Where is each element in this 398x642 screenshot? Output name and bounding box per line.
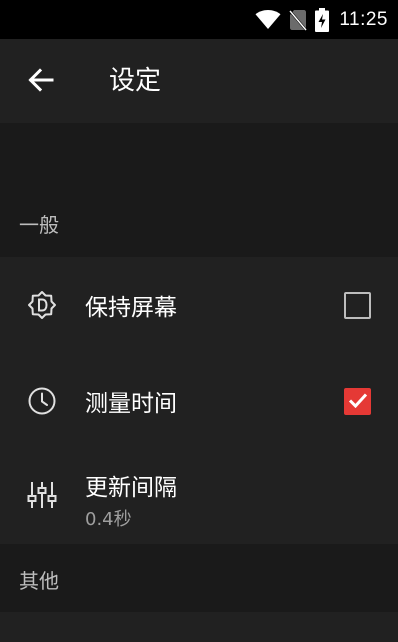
keep-screen-checkbox[interactable] <box>344 292 371 319</box>
checkmark-icon <box>348 392 368 412</box>
section-header-label: 一般 <box>19 213 59 237</box>
arrow-back-icon <box>28 68 54 96</box>
sliders-icon <box>24 477 60 513</box>
wifi-icon <box>255 9 281 30</box>
setting-title: 更新间隔 <box>85 475 177 501</box>
list-item[interactable] <box>0 612 398 642</box>
status-icons: 11:25 <box>255 0 388 39</box>
battery-charging-icon <box>315 7 330 32</box>
app-bar: 设定 <box>0 39 398 123</box>
measure-time-checkbox[interactable] <box>344 388 371 415</box>
setting-measure-time[interactable]: 测量时间 <box>0 353 398 449</box>
section-header-other: 其他 <box>0 544 398 612</box>
clock-icon <box>24 383 60 419</box>
setting-title: 保持屏幕 <box>85 295 177 321</box>
section-header-general: 一般 <box>0 123 398 257</box>
display-brightness-icon <box>24 287 60 323</box>
back-button[interactable] <box>16 57 66 107</box>
page-title: 设定 <box>109 66 162 96</box>
setting-title: 测量时间 <box>85 391 177 417</box>
status-time: 11:25 <box>339 8 388 30</box>
status-bar: 11:25 <box>0 0 398 39</box>
setting-summary: 0.4秒 <box>85 509 132 530</box>
no-sim-icon <box>289 9 308 31</box>
section-header-label: 其他 <box>19 569 59 593</box>
setting-keep-screen[interactable]: 保持屏幕 <box>0 257 398 353</box>
setting-update-interval[interactable]: 更新间隔 0.4秒 <box>0 449 398 544</box>
